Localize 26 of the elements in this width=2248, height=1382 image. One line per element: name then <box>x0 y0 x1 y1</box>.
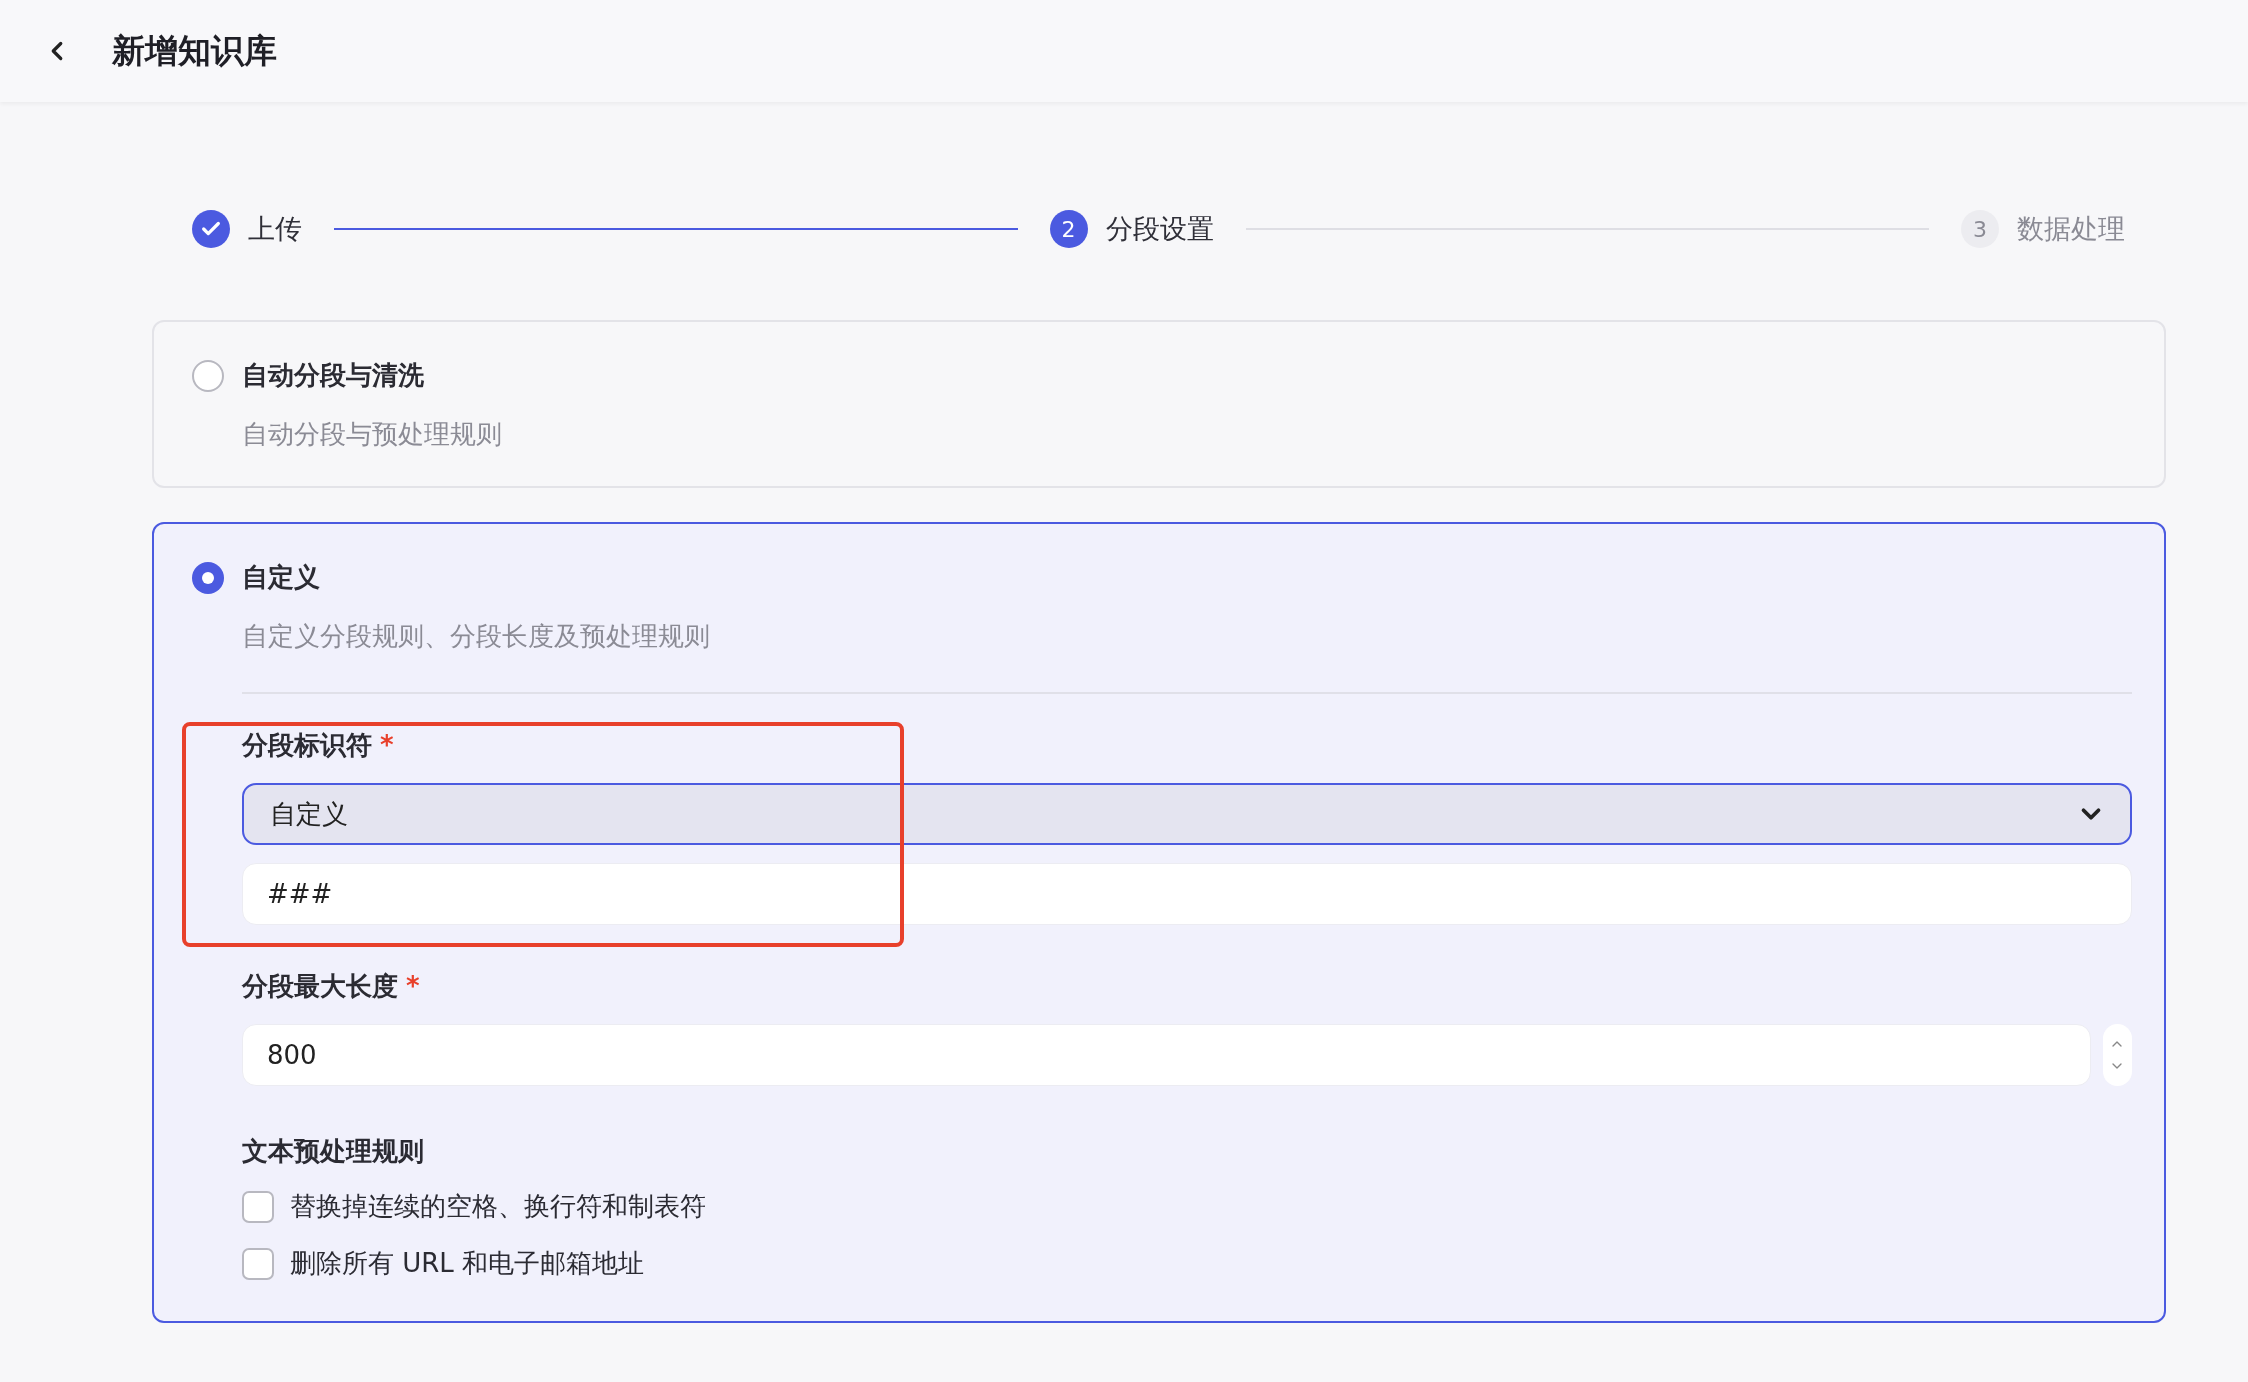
radio-button[interactable] <box>192 561 224 594</box>
section-title: 文本预处理规则 <box>242 1135 425 1168</box>
required-mark: * <box>406 971 420 1001</box>
field-label: 分段标识符 <box>242 729 372 762</box>
checkbox[interactable] <box>242 1247 274 1280</box>
required-mark: * <box>380 730 394 760</box>
step-label: 上传 <box>248 212 302 246</box>
checkbox-label: 替换掉连续的空格、换行符和制表符 <box>290 1190 706 1223</box>
step-label: 数据处理 <box>2017 212 2125 246</box>
checkbox-label: 删除所有 URL 和电子邮箱地址 <box>290 1247 645 1280</box>
radio-button[interactable] <box>192 359 224 392</box>
option-description: 自动分段与预处理规则 <box>242 418 503 451</box>
step-number: 3 <box>1961 210 1999 248</box>
option-title: 自动分段与清洗 <box>242 359 424 392</box>
option-description: 自定义分段规则、分段长度及预处理规则 <box>242 620 711 653</box>
step-number: 2 <box>1049 210 1088 248</box>
option-title: 自定义 <box>242 561 320 594</box>
select-field[interactable]: 自定义 <box>242 783 2132 845</box>
option-card[interactable]: 自定义 自定义分段规则、分段长度及预处理规则 分段标识符 * 自定义 ### 分段最大长度 * 800 文本预处理规则 替换掉连续的空格、换行符和制表符 删除所有 URL 和电子邮箱地址 <box>152 522 2166 1323</box>
step-label: 分段设置 <box>1105 212 1214 246</box>
page-title: 新增知识库 <box>112 29 277 72</box>
number-input[interactable]: 800 <box>242 1024 2091 1086</box>
input-field[interactable]: ### <box>242 863 2132 925</box>
field-label: 分段最大长度 <box>242 970 398 1003</box>
checkbox[interactable] <box>242 1190 274 1223</box>
option-card[interactable]: 自动分段与清洗 自动分段与预处理规则 <box>152 320 2166 488</box>
